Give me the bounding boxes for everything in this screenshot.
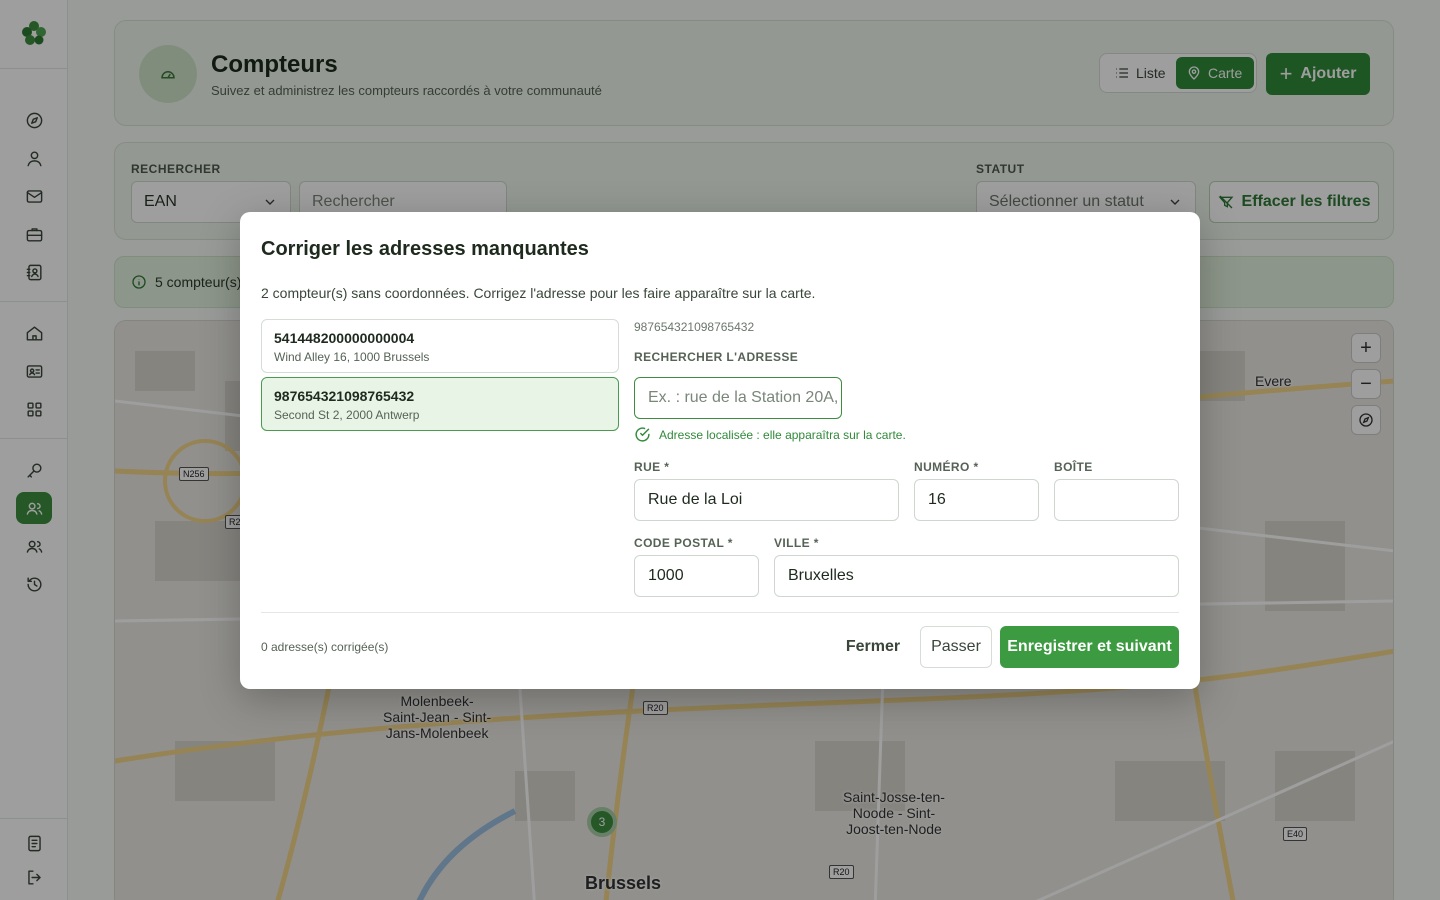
meter-address: Wind Alley 16, 1000 Brussels (274, 350, 430, 364)
close-button[interactable]: Fermer (832, 626, 914, 668)
meter-address: Second St 2, 2000 Antwerp (274, 408, 420, 422)
divider (261, 612, 1179, 613)
corrected-count: 0 adresse(s) corrigée(s) (261, 640, 389, 654)
number-field[interactable]: 16 (914, 479, 1039, 521)
street-label: RUE * (634, 460, 670, 474)
check-circle-icon (635, 427, 650, 442)
meter-list-item-selected[interactable]: 987654321098765432 Second St 2, 2000 Ant… (261, 377, 619, 431)
meter-ean: 541448200000000004 (274, 330, 415, 346)
postal-code-field[interactable]: 1000 (634, 555, 759, 597)
meter-ean: 987654321098765432 (274, 388, 415, 404)
box-label: BOÎTE (1054, 460, 1093, 474)
box-field[interactable] (1054, 479, 1179, 521)
skip-button[interactable]: Passer (920, 626, 992, 668)
address-search-placeholder: Ex. : rue de la Station 20A, Bruxelles (648, 389, 841, 406)
number-value: 16 (928, 491, 946, 508)
street-field[interactable]: Rue de la Loi (634, 479, 899, 521)
fix-addresses-dialog: Corriger les adresses manquantes 2 compt… (240, 212, 1200, 689)
search-address-label: RECHERCHER L'ADRESSE (634, 350, 799, 364)
city-label: VILLE * (774, 536, 819, 550)
meter-list-item[interactable]: 541448200000000004 Wind Alley 16, 1000 B… (261, 319, 619, 373)
dialog-description: 2 compteur(s) sans coordonnées. Corrigez… (261, 285, 816, 301)
street-value: Rue de la Loi (648, 491, 743, 508)
number-label: NUMÉRO * (914, 460, 979, 474)
save-and-next-button[interactable]: Enregistrer et suivant (1000, 626, 1179, 668)
postal-code-label: CODE POSTAL * (634, 536, 733, 550)
postal-code-value: 1000 (648, 567, 684, 584)
city-value: Bruxelles (788, 567, 854, 584)
location-status: Adresse localisée : elle apparaîtra sur … (634, 426, 906, 443)
address-search-input[interactable]: Ex. : rue de la Station 20A, Bruxelles (634, 377, 842, 419)
located-message: Adresse localisée : elle apparaîtra sur … (659, 427, 906, 442)
selected-meter-ean: 987654321098765432 (634, 320, 755, 334)
dialog-title: Corriger les adresses manquantes (261, 238, 589, 260)
city-field[interactable]: Bruxelles (774, 555, 1179, 597)
